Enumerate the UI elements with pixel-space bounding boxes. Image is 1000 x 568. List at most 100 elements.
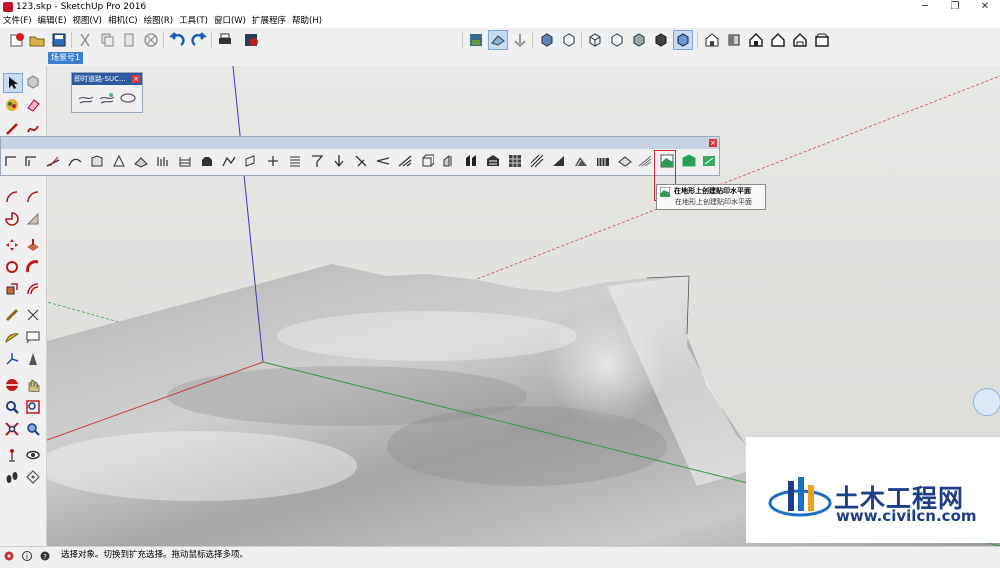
- terrain-tool-20-icon[interactable]: [419, 153, 435, 169]
- menu-help[interactable]: 帮助(H): [289, 14, 325, 28]
- dimension-icon[interactable]: [24, 306, 42, 324]
- arc-icon[interactable]: [3, 188, 21, 206]
- terrain-tool-18-icon[interactable]: [375, 153, 391, 169]
- save-icon[interactable]: [50, 31, 68, 49]
- terrain-tool-16-icon[interactable]: [331, 153, 347, 169]
- left-view-icon[interactable]: [813, 31, 831, 49]
- paint-bucket-icon[interactable]: [3, 96, 21, 114]
- terrain-tool-27-icon[interactable]: [573, 153, 589, 169]
- road-tool-1-icon[interactable]: [78, 91, 94, 108]
- menu-tools[interactable]: 工具(T): [176, 14, 211, 28]
- terrain-tool-22-icon[interactable]: [463, 153, 479, 169]
- monochrome-icon[interactable]: [673, 30, 693, 50]
- scale-icon[interactable]: [3, 280, 21, 298]
- section-plane-tool-icon[interactable]: [24, 468, 42, 486]
- close-button[interactable]: ✕: [970, 0, 1000, 14]
- terrain-tool-11-icon[interactable]: [221, 153, 237, 169]
- close-terrain-toolbar-icon[interactable]: ×: [709, 139, 717, 147]
- terrain-tool-8-icon[interactable]: [155, 153, 171, 169]
- undo-icon[interactable]: [168, 31, 186, 49]
- terrain-tool-12-icon[interactable]: [243, 153, 259, 169]
- push-pull-icon[interactable]: [24, 236, 42, 254]
- close-small-toolbar-icon[interactable]: ×: [132, 75, 140, 83]
- make-component-icon[interactable]: [24, 73, 42, 91]
- model-info-icon[interactable]: [242, 31, 260, 49]
- rotate-icon[interactable]: [3, 258, 21, 276]
- terrain-tool-3-icon[interactable]: [45, 153, 61, 169]
- terrain-tool-29-icon[interactable]: [617, 153, 633, 169]
- right-view-icon[interactable]: [769, 31, 787, 49]
- copy-icon[interactable]: [98, 31, 116, 49]
- previous-view-icon[interactable]: [24, 420, 42, 438]
- zoom-icon[interactable]: [3, 398, 21, 416]
- orbit-icon[interactable]: [3, 376, 21, 394]
- open-folder-icon[interactable]: [28, 31, 46, 49]
- look-around-icon[interactable]: [24, 446, 42, 464]
- two-point-arc-icon[interactable]: [24, 188, 42, 206]
- terrain-tool-6-icon[interactable]: [111, 153, 127, 169]
- terrain-tool-25-icon[interactable]: [529, 153, 545, 169]
- terrain-green-tool-3-icon[interactable]: [701, 153, 717, 169]
- menu-file[interactable]: 文件(F): [0, 14, 35, 28]
- road-tool-3-icon[interactable]: [120, 91, 136, 108]
- geo-location-icon[interactable]: [4, 551, 14, 568]
- terrain-tool-23-icon[interactable]: [485, 153, 501, 169]
- print-icon[interactable]: [216, 31, 234, 49]
- terrain-tool-15-icon[interactable]: [309, 153, 325, 169]
- menu-draw[interactable]: 绘图(R): [141, 14, 177, 28]
- eraser-icon[interactable]: [24, 96, 42, 114]
- terrain-green-tool-2-icon[interactable]: [681, 153, 697, 169]
- pan-hand-icon[interactable]: [24, 376, 42, 394]
- move-icon[interactable]: [3, 236, 21, 254]
- terrain-tool-28-icon[interactable]: [595, 153, 611, 169]
- terrain-tool-7-icon[interactable]: [133, 153, 149, 169]
- offset-icon[interactable]: [24, 280, 42, 298]
- erase-icon[interactable]: [142, 31, 160, 49]
- xray-icon[interactable]: [538, 31, 556, 49]
- menu-extensions[interactable]: 扩展程序: [249, 14, 289, 28]
- walk-icon[interactable]: [3, 468, 21, 486]
- follow-me-icon[interactable]: [24, 258, 42, 276]
- minimize-button[interactable]: ─: [910, 0, 940, 14]
- terrain-tool-30-icon[interactable]: [637, 153, 653, 169]
- maximize-button[interactable]: ❐: [940, 0, 970, 14]
- 3d-text-icon[interactable]: [24, 350, 42, 368]
- menu-window[interactable]: 窗口(W): [211, 14, 249, 28]
- terrain-tool-26-icon[interactable]: [551, 153, 567, 169]
- redo-icon[interactable]: [190, 31, 208, 49]
- terrain-tool-21-icon[interactable]: [441, 153, 457, 169]
- axes-icon[interactable]: [3, 350, 21, 368]
- select-arrow-icon[interactable]: [3, 73, 23, 93]
- default-style-icon[interactable]: [488, 30, 508, 50]
- front-view-icon[interactable]: [747, 31, 765, 49]
- terrain-tool-4-icon[interactable]: [67, 153, 83, 169]
- shaded-textures-icon[interactable]: [652, 31, 670, 49]
- terrain-tool-1-icon[interactable]: [3, 153, 19, 169]
- back-edges-icon[interactable]: [560, 31, 578, 49]
- terrain-tool-9-icon[interactable]: [177, 153, 193, 169]
- protractor-icon[interactable]: [3, 328, 21, 346]
- back-view-icon[interactable]: [791, 31, 809, 49]
- help-icon[interactable]: ?: [40, 551, 50, 568]
- position-camera-icon[interactable]: [3, 446, 21, 464]
- zoom-extents-icon[interactable]: [3, 420, 21, 438]
- section-plane-icon[interactable]: [511, 31, 529, 49]
- cut-icon[interactable]: [76, 31, 94, 49]
- hidden-line-icon[interactable]: [608, 31, 626, 49]
- terrain-tool-14-icon[interactable]: [287, 153, 303, 169]
- terrain-tool-10-icon[interactable]: [199, 153, 215, 169]
- text-tool-icon[interactable]: [24, 328, 42, 346]
- terrain-tool-17-icon[interactable]: [353, 153, 369, 169]
- terrain-tool-2-icon[interactable]: [23, 153, 39, 169]
- wireframe-icon[interactable]: [586, 31, 604, 49]
- shaded-icon[interactable]: [630, 31, 648, 49]
- menu-camera[interactable]: 相机(C): [105, 14, 141, 28]
- tape-measure-icon[interactable]: [3, 306, 21, 324]
- iso-view-icon[interactable]: [703, 31, 721, 49]
- pie-icon[interactable]: [3, 210, 21, 228]
- new-file-icon[interactable]: [8, 31, 26, 49]
- terrain-tool-24-icon[interactable]: [507, 153, 523, 169]
- road-tool-2-icon[interactable]: [99, 91, 115, 108]
- three-point-arc-icon[interactable]: [24, 210, 42, 228]
- scene-tab[interactable]: 场景号1: [48, 52, 84, 64]
